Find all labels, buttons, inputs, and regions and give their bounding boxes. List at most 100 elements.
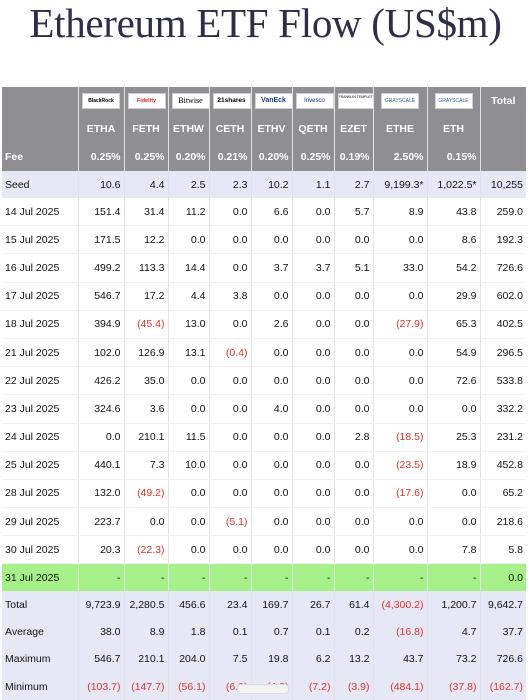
total-cell: 726.6: [480, 645, 526, 673]
flow-cell: (18.5): [373, 423, 428, 452]
fee-cell: 0.15%: [427, 143, 481, 171]
pending-row: 31 Jul 2025- - - - - - - - -0.0: [2, 563, 526, 592]
flow-cell: (56.1): [168, 673, 210, 700]
flow-cell: (4,300.2): [373, 591, 428, 619]
flow-cell: (484.1): [373, 673, 428, 700]
flow-cell: 38.0: [78, 618, 125, 646]
scroll-handle[interactable]: [237, 684, 289, 694]
flow-cell: 0.0: [209, 394, 252, 424]
flow-cell: 132.0: [78, 479, 125, 509]
flow-cell: 151.4: [78, 198, 125, 227]
flow-cell: 0.0: [334, 310, 374, 339]
total-cell: 602.0: [480, 282, 526, 311]
flow-cell: 0.0: [251, 535, 293, 565]
flow-cell: 43.8: [427, 198, 481, 227]
flow-cell: 6.2: [292, 645, 335, 673]
flow-cell: 0.0: [334, 507, 374, 537]
flow-cell: 61.4: [334, 591, 374, 619]
flow-cell: (37.8): [427, 673, 481, 700]
total-cell: 10,255: [480, 171, 526, 198]
flow-cell: 0.0: [373, 394, 428, 424]
flow-cell: -: [251, 563, 293, 592]
flow-cell: 0.0: [124, 507, 169, 537]
ticker-etha: ETHA: [78, 115, 125, 143]
row-label: Minimum: [2, 673, 79, 700]
flow-cell: (5.1): [209, 507, 252, 537]
flow-cell: 14.4: [168, 253, 210, 283]
row-label: 16 Jul 2025: [2, 253, 79, 283]
flow-cell: 0.0: [334, 451, 374, 480]
flow-cell: 10.0: [168, 451, 210, 480]
ticker-ethe: ETHE: [373, 115, 428, 143]
flow-cell: 394.9: [78, 310, 125, 339]
flow-cell: 54.2: [427, 253, 481, 283]
flow-cell: 0.0: [334, 282, 374, 311]
flow-cell: 0.0: [251, 451, 293, 480]
vaneck-logo: VanEck: [254, 93, 291, 109]
flow-cell: (0.4): [209, 338, 252, 368]
flow-cell: 73.2: [427, 645, 481, 673]
fee-cell: 0.25%: [292, 143, 335, 171]
flow-cell: 23.4: [209, 591, 252, 619]
flow-cell: 9,199.3*: [373, 171, 428, 198]
flow-cell: (23.5): [373, 451, 428, 480]
flow-cell: 3.6: [124, 394, 169, 424]
row-label: 22 Jul 2025: [2, 366, 79, 396]
flow-cell: 223.7: [78, 507, 125, 537]
fee-cell: 0.25%: [78, 143, 125, 171]
flow-cell: 2.7: [334, 171, 374, 198]
flow-cell: 9,723.9: [78, 591, 125, 619]
flow-cell: 8.9: [124, 618, 169, 646]
flow-cell: 0.0: [292, 394, 335, 424]
flow-cell: -: [209, 563, 252, 592]
total-cell: 259.0: [480, 198, 526, 227]
flow-cell: 25.3: [427, 423, 481, 452]
flow-cell: 210.1: [124, 645, 169, 673]
flow-cell: 11.5: [168, 423, 210, 452]
flow-cell: 2.3: [209, 171, 252, 198]
flow-cell: 13.0: [168, 310, 210, 339]
total-cell: 296.5: [480, 338, 526, 368]
flow-cell: 0.0: [292, 338, 335, 368]
flow-cell: 7.5: [209, 645, 252, 673]
ticker-qeth: QETH: [292, 115, 335, 143]
page-title: Ethereum ETF Flow (US$m): [29, 0, 502, 46]
flow-cell: 0.0: [168, 479, 210, 509]
fee-label: Fee: [2, 143, 79, 171]
flow-cell: 43.7: [373, 645, 428, 673]
flow-cell: 210.1: [124, 423, 169, 452]
bitwise-logo: Bitwise: [171, 93, 208, 109]
fee-cell: 0.21%: [209, 143, 252, 171]
total-cell: 0.0: [480, 563, 526, 592]
blackrock-logo: BlackRock: [82, 93, 120, 109]
flow-cell: 2.8: [334, 423, 374, 452]
flow-cell: 0.0: [209, 535, 252, 565]
flow-cell: (103.7): [78, 673, 125, 700]
flow-cell: 0.0: [292, 310, 335, 339]
flow-cell: 0.0: [373, 535, 428, 565]
flow-cell: -: [427, 563, 481, 592]
flow-cell: 1,022.5*: [427, 171, 481, 198]
total-header: Total: [480, 87, 526, 115]
flow-cell: 54.9: [427, 338, 481, 368]
row-label: 28 Jul 2025: [2, 479, 79, 509]
row-label: 15 Jul 2025: [2, 225, 79, 255]
total-cell: 332.2: [480, 394, 526, 424]
fee-cell: 2.50%: [373, 143, 428, 171]
flow-cell: 171.5: [78, 225, 125, 255]
flow-cell: 20.3: [78, 535, 125, 565]
flow-cell: 0.0: [334, 394, 374, 424]
flow-cell: 4.4: [168, 282, 210, 311]
flow-cell: 12.2: [124, 225, 169, 255]
flow-cell: 0.0: [292, 225, 335, 255]
total-cell: 5.8: [480, 535, 526, 565]
flow-cell: (16.8): [373, 618, 428, 646]
flow-cell: (17.6): [373, 479, 428, 509]
row-label: 21 Jul 2025: [2, 338, 79, 368]
total-cell: 452.8: [480, 451, 526, 480]
flow-cell: 0.0: [373, 507, 428, 537]
flow-cell: 0.0: [292, 282, 335, 311]
flow-cell: -: [373, 563, 428, 592]
flow-cell: (27.9): [373, 310, 428, 339]
ticker-feth: FETH: [124, 115, 169, 143]
